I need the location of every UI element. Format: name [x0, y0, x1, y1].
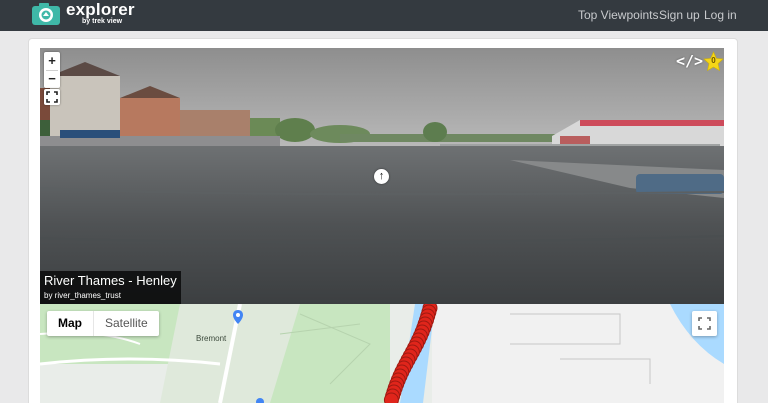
star-count: 0	[711, 56, 716, 65]
map-place-label: Bremont	[196, 334, 227, 343]
nav-top-viewpoints[interactable]: Top Viewpoints	[578, 8, 659, 22]
map-type-satellite-button[interactable]: Satellite	[93, 311, 159, 336]
zoom-separator	[46, 70, 58, 71]
zoom-in-button[interactable]: +	[44, 52, 60, 70]
map-type-map-button[interactable]: Map	[47, 311, 93, 336]
poi-icon	[256, 398, 264, 403]
brand-name[interactable]: explorer	[66, 0, 135, 20]
nav-sign-up[interactable]: Sign up	[659, 8, 700, 22]
fullscreen-icon	[46, 91, 58, 103]
panorama-fullscreen-button[interactable]	[44, 89, 60, 105]
brand-subtitle: by trek view	[82, 18, 123, 25]
zoom-control: + −	[44, 52, 60, 88]
navbar: explorer by trek view Top Viewpoints Sig…	[0, 0, 768, 31]
map-marker[interactable]	[383, 392, 399, 403]
panorama-author[interactable]: by river_thames_trust	[44, 291, 121, 300]
panorama-title: River Thames - Henley	[44, 273, 177, 288]
arrow-up-icon[interactable]: ↑	[374, 169, 389, 184]
panorama-caption: River Thames - Henley by river_thames_tr…	[40, 271, 181, 304]
fullscreen-icon	[698, 317, 711, 330]
zoom-out-button[interactable]: −	[44, 70, 60, 88]
map-type-control: Map Satellite	[47, 311, 159, 336]
nav-log-in[interactable]: Log in	[704, 8, 737, 22]
camera-logo-icon[interactable]	[31, 2, 61, 26]
map-fullscreen-button[interactable]	[692, 311, 717, 336]
location-pin-icon	[233, 310, 243, 324]
embed-code-icon[interactable]: </>	[676, 52, 703, 72]
